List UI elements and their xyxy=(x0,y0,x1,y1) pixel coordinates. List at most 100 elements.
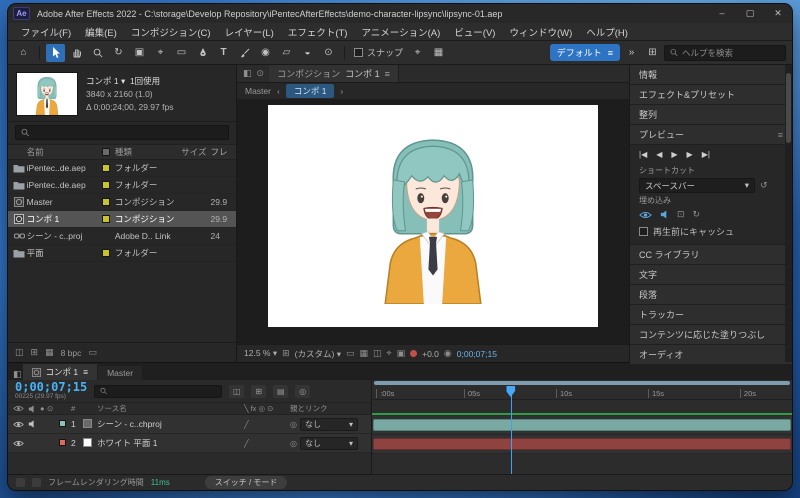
hand-tool-icon[interactable] xyxy=(67,44,86,62)
type-tool-icon[interactable]: T xyxy=(214,44,233,62)
layer-label-swatch[interactable] xyxy=(59,439,66,446)
pixel-aspect-icon[interactable]: ▣ xyxy=(397,348,406,359)
menu-layer[interactable]: レイヤー(L) xyxy=(218,25,281,39)
snap-option-icon[interactable]: ⌖ xyxy=(408,44,427,62)
panel-tab-effects-presets[interactable]: エフェクト&プリセット xyxy=(630,85,792,105)
time-navigator-bar[interactable] xyxy=(374,381,790,385)
shortcut-select[interactable]: スペースバー ▾ xyxy=(639,178,755,193)
breadcrumb-current-comp[interactable]: コンポ 1 xyxy=(285,84,335,98)
exposure-icon[interactable] xyxy=(410,350,418,357)
col-size[interactable]: サイズ xyxy=(181,146,210,158)
parent-select[interactable]: なし ▾ xyxy=(299,436,358,450)
roto-brush-tool-icon[interactable]: ◒ xyxy=(298,44,317,62)
panel-tab-cc-libraries[interactable]: CC ライブラリ xyxy=(630,245,792,265)
layer-duration-bar[interactable] xyxy=(373,438,791,450)
menu-composition[interactable]: コンポジション(C) xyxy=(124,25,218,39)
zoom-level[interactable]: 12.5 % ▾ xyxy=(244,348,277,359)
col-frame[interactable]: フレ xyxy=(211,146,232,158)
panel-menu-icon[interactable]: ≡ xyxy=(385,69,390,79)
video-include-icon[interactable] xyxy=(639,211,652,219)
project-row-selected[interactable]: コンポ 1 コンポジション 29.9 xyxy=(8,211,236,228)
timeline-search-input[interactable] xyxy=(111,386,217,396)
layer-switches[interactable]: ╱ xyxy=(244,439,290,448)
resolution-select[interactable]: (カスタム) ▾ xyxy=(295,348,341,360)
workspace-overflow-button[interactable]: » xyxy=(622,44,641,62)
shape-tool-icon[interactable]: ▭ xyxy=(172,44,191,62)
source-name-column[interactable]: ソース名 xyxy=(97,403,244,414)
snap-checkbox[interactable] xyxy=(354,48,363,57)
maximize-button[interactable]: ▢ xyxy=(736,4,764,23)
composition-canvas[interactable] xyxy=(268,105,598,327)
grid-guides-icon[interactable]: ⊞ xyxy=(282,348,290,359)
last-frame-button[interactable]: ▶| xyxy=(702,150,710,159)
playhead-line[interactable] xyxy=(510,394,512,474)
pickwhip-icon[interactable]: ◎ xyxy=(290,420,297,429)
label-swatch[interactable] xyxy=(101,249,110,257)
speaker-icon[interactable] xyxy=(28,420,36,428)
loop-icon[interactable]: ↻ xyxy=(693,209,701,220)
reset-icon[interactable]: ↺ xyxy=(760,180,768,191)
viewer-timecode[interactable]: 0;00;07;15 xyxy=(457,349,497,359)
first-frame-button[interactable]: |◀ xyxy=(639,150,647,159)
layer-switches[interactable]: ╱ xyxy=(244,420,290,429)
composition-viewer[interactable] xyxy=(237,99,629,344)
help-search-input[interactable] xyxy=(682,47,780,58)
motion-blur-icon[interactable]: ◎ xyxy=(295,384,311,398)
project-row[interactable]: シーン - c..proj Adobe D.. Link 24 xyxy=(8,228,236,245)
switches-column[interactable]: ╲ fx ◎ ⊙ xyxy=(244,404,290,413)
project-search-input[interactable] xyxy=(33,127,223,138)
panel-menu-icon[interactable]: ≡ xyxy=(83,367,88,377)
composition-tab[interactable]: コンポジション コンポ 1 ≡ xyxy=(269,65,399,82)
overlays-include-icon[interactable]: ⊡ xyxy=(677,209,685,220)
brush-tool-icon[interactable] xyxy=(235,44,254,62)
eraser-tool-icon[interactable]: ▱ xyxy=(277,44,296,62)
menu-window[interactable]: ウィンドウ(W) xyxy=(502,25,579,39)
mask-visibility-icon[interactable]: ◫ xyxy=(373,348,382,359)
menu-view[interactable]: ビュー(V) xyxy=(447,25,502,39)
pickwhip-icon[interactable]: ◎ xyxy=(290,439,297,448)
snapshot-camera-icon[interactable]: ◉ xyxy=(444,348,452,359)
col-name[interactable]: 名前 xyxy=(27,146,101,158)
panel-tab-tracker[interactable]: トラッカー xyxy=(630,305,792,325)
region-of-interest-icon[interactable]: ▭ xyxy=(346,348,355,359)
menu-effect[interactable]: エフェクト(T) xyxy=(281,25,355,39)
label-swatch[interactable] xyxy=(101,181,110,189)
label-swatch[interactable] xyxy=(101,215,110,223)
orbit-tool-icon[interactable]: ↻ xyxy=(109,44,128,62)
layer-row-2[interactable]: 2 ホワイト 平面 1 ╱ ◎ なし ▾ xyxy=(8,434,371,453)
panel-tab-align[interactable]: 整列 xyxy=(630,105,792,125)
eye-icon[interactable] xyxy=(13,440,24,447)
lock-icon[interactable]: ⊙ xyxy=(257,68,265,79)
layer-label-swatch[interactable] xyxy=(59,420,66,427)
current-timecode[interactable]: 0;00;07;15 xyxy=(15,380,87,394)
render-status-icon[interactable] xyxy=(16,478,25,487)
camera-tool-icon[interactable]: ▣ xyxy=(130,44,149,62)
col-label-icon[interactable] xyxy=(101,148,110,156)
layer-source-name[interactable]: シーン - c..chproj xyxy=(97,418,244,430)
breadcrumb-forward-icon[interactable]: › xyxy=(340,86,343,96)
panel-tab-info[interactable]: 情報 xyxy=(630,65,792,85)
pen-tool-icon[interactable] xyxy=(193,44,212,62)
label-swatch[interactable] xyxy=(101,198,110,206)
time-ruler[interactable]: :00s 05s 10s 15s 20s xyxy=(372,386,792,400)
track-row-2[interactable] xyxy=(372,435,792,454)
next-frame-button[interactable]: ▶ xyxy=(687,150,693,159)
label-swatch[interactable] xyxy=(101,164,110,172)
project-row[interactable]: iPentec..de.aep フォルダー xyxy=(8,160,236,177)
view-layout-icon[interactable]: ⌖ xyxy=(387,348,392,359)
panel-tab-content-aware-fill[interactable]: コンテンツに応じた塗りつぶし xyxy=(630,325,792,345)
menu-animation[interactable]: アニメーション(A) xyxy=(354,25,447,39)
transparency-grid-icon[interactable]: ▦ xyxy=(359,348,368,359)
col-type[interactable]: 種類 xyxy=(115,146,181,158)
home-icon[interactable]: ⌂ xyxy=(14,44,33,62)
layer-row-1[interactable]: 1 シーン - c..chproj ╱ ◎ なし ▾ xyxy=(8,415,371,434)
interpret-footage-icon[interactable]: ◫ xyxy=(15,347,24,358)
breadcrumb-master[interactable]: Master xyxy=(245,86,271,96)
layer-source-name[interactable]: ホワイト 平面 1 xyxy=(97,437,244,449)
draft-3d-icon[interactable]: ⊞ xyxy=(251,384,267,398)
workspace-grid-icon[interactable]: ⊞ xyxy=(643,44,662,62)
panel-tab-paragraph[interactable]: 段落 xyxy=(630,285,792,305)
panel-menu-icon[interactable]: ≡ xyxy=(778,130,783,140)
new-composition-icon[interactable]: ▦ xyxy=(45,347,54,358)
new-folder-icon[interactable]: ⊞ xyxy=(31,347,39,358)
